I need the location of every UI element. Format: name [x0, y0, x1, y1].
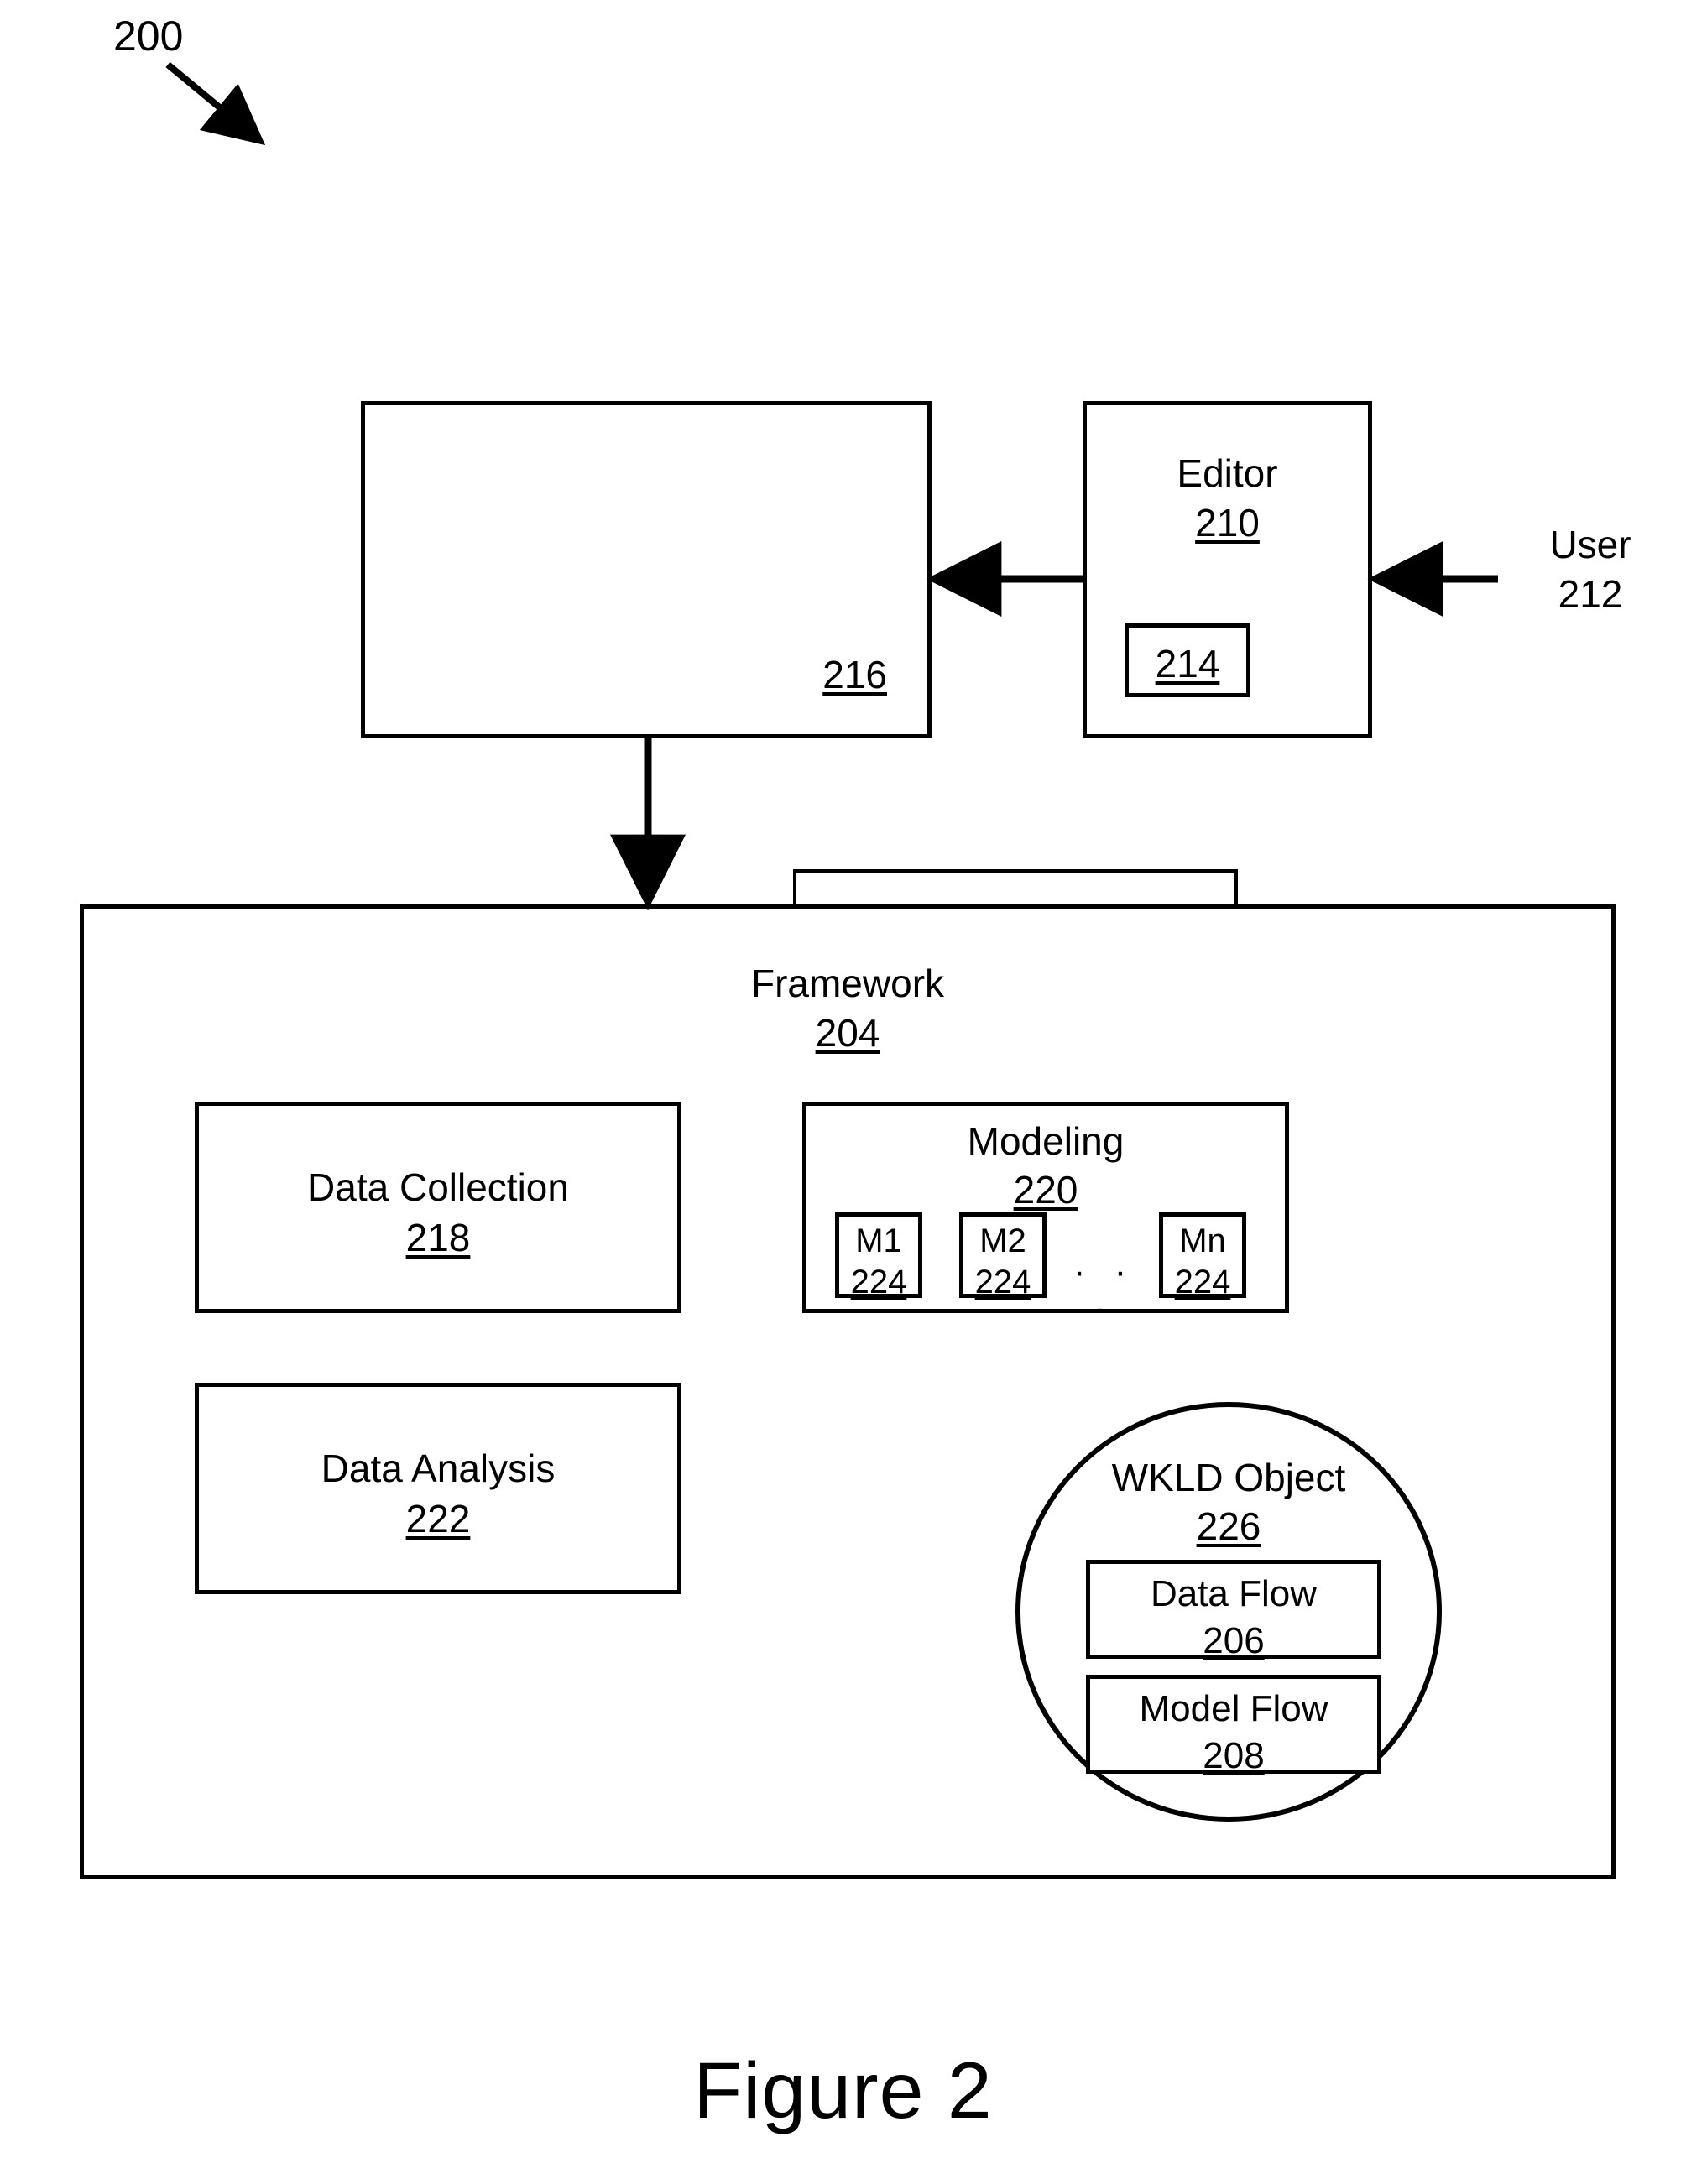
model-ellipsis: · · ·	[1073, 1251, 1136, 1329]
user-ref-212: 212	[1558, 571, 1623, 616]
data-analysis-ref-222: 222	[405, 1496, 471, 1540]
model-mn-name: Mn	[1179, 1222, 1226, 1259]
framework-box: Framework 204 Data Collection 218 Data A…	[80, 904, 1616, 1879]
wkld-object-circle: WKLD Object 226 Data Flow 206 Model Flow…	[1015, 1402, 1442, 1822]
model-flow-box: Model Flow 208	[1086, 1675, 1381, 1776]
model-flow-title: Model Flow	[1139, 1688, 1328, 1729]
model-m2-ref-224: 224	[974, 1263, 1031, 1300]
data-collection-label-group: Data Collection 218	[199, 1163, 677, 1264]
editor-title: Editor	[1177, 451, 1278, 495]
framework-label-group: Framework 204	[84, 959, 1611, 1058]
model-m1-label-group: M1 224	[839, 1221, 918, 1303]
figure-leader-arrow-icon	[165, 61, 266, 146]
data-flow-box: Data Flow 206	[1086, 1560, 1381, 1661]
model-m2-label-group: M2 224	[963, 1221, 1042, 1303]
user-title: User	[1549, 523, 1631, 566]
editor-ref-210: 210	[1195, 500, 1260, 545]
wkld-object-ref-226: 226	[1196, 1504, 1261, 1548]
wkld-object-label-group: WKLD Object 226	[1020, 1454, 1437, 1551]
data-flow-title: Data Flow	[1150, 1573, 1318, 1614]
model-box-mn: Mn 224	[1159, 1212, 1246, 1300]
model-flow-label-group: Model Flow 208	[1090, 1686, 1377, 1780]
model-flow-ref-208: 208	[1203, 1735, 1265, 1777]
data-collection-ref-218: 218	[405, 1215, 471, 1259]
modeling-title: Modeling	[967, 1119, 1125, 1163]
model-m1-name: M1	[855, 1222, 902, 1259]
modeling-box: Modeling 220 M1 224 M2 224 · · · Mn 224	[802, 1102, 1289, 1327]
editor-inner-ref-214: 214	[1155, 642, 1220, 685]
editor-box: Editor 210 214	[1083, 401, 1372, 738]
data-analysis-box: Data Analysis 222	[195, 1383, 681, 1594]
editor-label-group: Editor 210	[1087, 449, 1368, 548]
model-box-m1: M1 224	[835, 1212, 922, 1300]
data-collection-title: Data Collection	[307, 1165, 569, 1209]
modeling-ref-220: 220	[1013, 1167, 1078, 1212]
user-label-group: User 212	[1511, 520, 1670, 619]
framework-ref-204: 204	[815, 1010, 880, 1055]
data-and-model-flow-ref-216: 216	[822, 653, 887, 696]
data-collection-box: Data Collection 218	[195, 1102, 681, 1313]
data-flow-label-group: Data Flow 206	[1090, 1571, 1377, 1665]
model-mn-ref-224: 224	[1174, 1263, 1231, 1300]
model-box-m2: M2 224	[959, 1212, 1047, 1300]
model-m1-ref-224: 224	[850, 1263, 907, 1300]
model-mn-label-group: Mn 224	[1163, 1221, 1242, 1303]
wkld-object-title: WKLD Object	[1111, 1456, 1346, 1499]
editor-inner-box-214: 214	[1125, 623, 1250, 697]
data-and-model-flow-outer-box: Data and Model Flow 202 216	[361, 401, 1238, 1016]
data-flow-ref-206: 206	[1203, 1620, 1265, 1662]
data-analysis-label-group: Data Analysis 222	[199, 1444, 677, 1545]
framework-title: Framework	[750, 962, 945, 1005]
modeling-label-group: Modeling 220	[806, 1118, 1285, 1215]
model-m2-name: M2	[979, 1222, 1026, 1259]
data-analysis-title: Data Analysis	[321, 1446, 556, 1490]
figure-number-200: 200	[113, 13, 184, 60]
figure-page: 200 Data and Model Flow 202 216 Editor 2…	[0, 0, 1686, 2184]
figure-caption: Figure 2	[693, 2046, 993, 2135]
